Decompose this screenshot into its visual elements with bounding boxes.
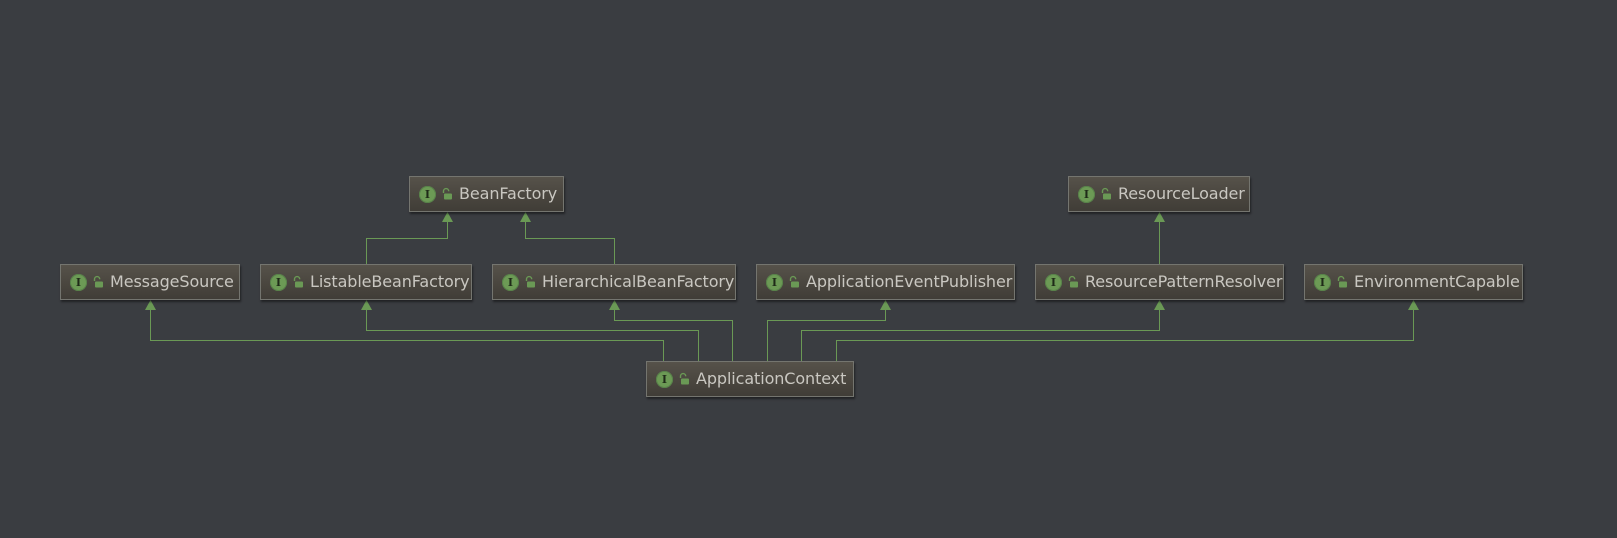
interface-icon: I [270, 273, 287, 291]
node-application-context[interactable]: I ApplicationContext [646, 361, 854, 397]
edge-context-to-resourcepattern [801, 309, 1160, 362]
node-bean-factory[interactable]: I BeanFactory [409, 176, 564, 212]
interface-icon: I [502, 273, 519, 291]
public-lock-icon [1337, 275, 1347, 288]
edge-context-to-hierarchical [614, 309, 733, 362]
public-lock-icon [293, 275, 303, 288]
uml-diagram-canvas: I BeanFactory I ResourceLoader I Message… [0, 0, 1617, 538]
interface-icon: I [656, 370, 673, 388]
node-label: EnvironmentCapable [1354, 272, 1520, 291]
interface-icon: I [766, 273, 783, 291]
node-label: MessageSource [110, 272, 234, 291]
node-environment-capable[interactable]: I EnvironmentCapable [1304, 264, 1523, 300]
public-lock-icon [525, 275, 535, 288]
node-label: ApplicationEventPublisher [806, 272, 1013, 291]
node-application-event-publisher[interactable]: I ApplicationEventPublisher [756, 264, 1015, 300]
node-resource-loader[interactable]: I ResourceLoader [1068, 176, 1250, 212]
interface-icon: I [1078, 185, 1095, 203]
arrowhead-resourcepattern [1154, 300, 1165, 310]
arrowhead-eventpublisher [880, 300, 891, 310]
arrowhead-hierarchical [609, 300, 620, 310]
interface-icon: I [1045, 273, 1062, 291]
public-lock-icon [789, 275, 799, 288]
node-resource-pattern-resolver[interactable]: I ResourcePatternResolver [1035, 264, 1284, 300]
interface-icon: I [70, 273, 87, 291]
node-label: HierarchicalBeanFactory [542, 272, 735, 291]
edge-context-to-messagesource [150, 309, 664, 362]
interface-icon: I [1314, 273, 1331, 291]
public-lock-icon [442, 187, 452, 200]
arrowhead-beanfactory-right [520, 212, 531, 222]
public-lock-icon [1101, 187, 1111, 200]
arrowhead-resourceloader [1154, 212, 1165, 222]
arrowhead-messagesource [145, 300, 156, 310]
edge-hierarchical-to-beanfactory [525, 221, 615, 265]
node-label: ListableBeanFactory [310, 272, 470, 291]
node-label: ApplicationContext [696, 369, 847, 388]
node-message-source[interactable]: I MessageSource [60, 264, 240, 300]
edge-context-to-listable [366, 309, 699, 362]
node-listable-bean-factory[interactable]: I ListableBeanFactory [260, 264, 472, 300]
node-label: ResourceLoader [1118, 184, 1245, 203]
public-lock-icon [679, 372, 689, 385]
edge-listable-to-beanfactory [366, 221, 448, 265]
arrowhead-environment [1408, 300, 1419, 310]
public-lock-icon [1068, 275, 1078, 288]
interface-icon: I [419, 185, 436, 203]
edge-context-to-environment [836, 309, 1414, 362]
arrowhead-listable [361, 300, 372, 310]
node-label: BeanFactory [459, 184, 558, 203]
public-lock-icon [93, 275, 103, 288]
edge-context-to-eventpublisher [767, 309, 886, 362]
node-label: ResourcePatternResolver [1085, 272, 1283, 291]
arrowhead-beanfactory-left [442, 212, 453, 222]
node-hierarchical-bean-factory[interactable]: I HierarchicalBeanFactory [492, 264, 736, 300]
